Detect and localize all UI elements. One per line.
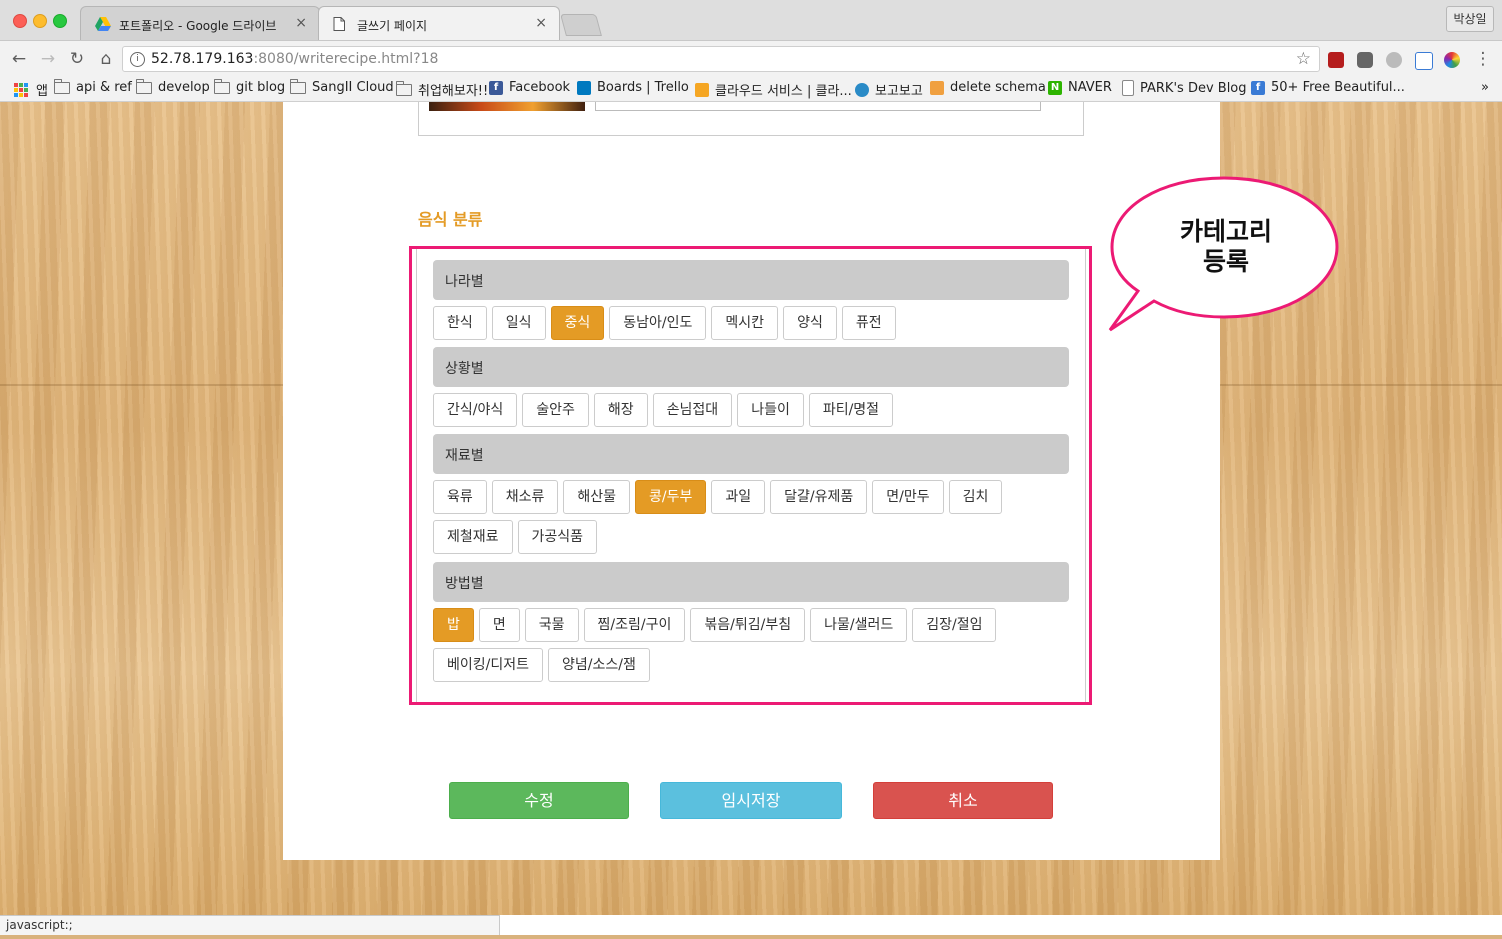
document-icon — [1122, 80, 1134, 96]
bookmark-cloud[interactable]: 클라우드 서비스 | 클라... — [695, 80, 852, 99]
url-text[interactable]: 52.78.179.163:8080/writerecipe.html?18 — [151, 51, 438, 67]
reload-icon[interactable]: ↻ — [66, 48, 88, 70]
annotation-highlight-box — [409, 246, 1092, 705]
bookmark-trello[interactable]: Boards | Trello — [577, 80, 689, 95]
bookmark-dev-blog[interactable]: PARK's Dev Blog — [1122, 80, 1247, 96]
new-tab-button[interactable] — [560, 14, 602, 36]
image-description-textarea[interactable] — [595, 102, 1041, 111]
folder-icon — [54, 78, 70, 94]
bookmark-free-beautiful[interactable]: f 50+ Free Beautiful... — [1251, 80, 1405, 95]
font-icon: f — [1251, 80, 1265, 95]
edit-button[interactable]: 수정 — [449, 782, 629, 819]
close-window-button[interactable] — [13, 14, 27, 28]
bookmark-facebook[interactable]: f Facebook — [489, 80, 570, 95]
tab-title: 포트폴리오 - Google 드라이브 — [119, 19, 277, 33]
folder-icon — [396, 80, 412, 96]
google-drive-icon — [95, 16, 111, 35]
back-icon[interactable]: ← — [8, 48, 30, 70]
forward-icon[interactable]: → — [37, 48, 59, 70]
bookmarks-bar: 앱 api & ref develop git blog SangII Clou… — [0, 77, 1502, 102]
circle-icon — [855, 82, 869, 97]
naver-icon: N — [1048, 80, 1062, 95]
document-icon — [333, 16, 345, 35]
bookmark-folder[interactable]: api & ref — [54, 78, 132, 95]
menu-icon[interactable]: ⋮ — [1472, 48, 1494, 70]
annotation-text: 카테고리 등록 — [1179, 217, 1272, 276]
box-icon — [695, 82, 709, 97]
page-viewport: 음식 분류 나라별 한식 일식 중식 동남아/인도 멕시칸 양식 퓨전 상황별 간식/야식 술… — [0, 102, 1502, 915]
bookmark-folder[interactable]: SangII Cloud — [290, 78, 394, 95]
tab-title: 글쓰기 페이지 — [357, 19, 428, 33]
bookmark-apps[interactable]: 앱 — [14, 80, 48, 99]
bookmark-folder[interactable]: git blog — [214, 78, 285, 95]
close-icon[interactable]: × — [295, 15, 307, 31]
globe-extension-icon[interactable] — [1386, 52, 1402, 68]
section-title: 음식 분류 — [418, 210, 483, 229]
browser-toolbar: ← → ↻ ⌂ i 52.78.179.163:8080/writerecipe… — [0, 41, 1502, 77]
bookmarks-overflow[interactable]: » — [1481, 80, 1489, 95]
apps-icon — [14, 82, 28, 97]
tab-google-drive[interactable]: 포트폴리오 - Google 드라이브 × — [80, 6, 320, 40]
temp-save-button[interactable]: 임시저장 — [660, 782, 842, 819]
facebook-icon: f — [489, 80, 503, 95]
bookmark-bogo[interactable]: 보고보고 — [855, 80, 923, 99]
pocket-extension-icon[interactable] — [1357, 52, 1373, 68]
close-icon[interactable]: × — [535, 15, 547, 31]
profile-button[interactable]: 박상일 — [1446, 6, 1494, 32]
bookmark-delete-schema[interactable]: delete schema — [930, 80, 1046, 95]
bookmark-folder[interactable]: develop — [136, 78, 210, 95]
status-bar: javascript:; — [0, 915, 500, 935]
home-icon[interactable]: ⌂ — [95, 48, 117, 70]
minimize-window-button[interactable] — [33, 14, 47, 28]
address-bar[interactable]: i 52.78.179.163:8080/writerecipe.html?18… — [122, 46, 1320, 72]
uploaded-image-thumbnail — [429, 102, 585, 111]
bookmark-naver[interactable]: N NAVER — [1048, 80, 1112, 95]
screenshot-extension-icon[interactable] — [1415, 52, 1433, 70]
trello-icon — [577, 80, 591, 95]
folder-icon — [214, 78, 230, 94]
bookmark-folder[interactable]: 취업해보자!! — [396, 80, 488, 99]
zoom-window-button[interactable] — [53, 14, 67, 28]
cancel-button[interactable]: 취소 — [873, 782, 1053, 819]
folder-icon — [136, 78, 152, 94]
bookmark-star-icon[interactable]: ☆ — [1296, 49, 1311, 69]
browser-tab-strip: 포트폴리오 - Google 드라이브 × 글쓰기 페이지 × 박상일 — [0, 0, 1502, 41]
folder-icon — [290, 78, 306, 94]
window-bottom-edge — [0, 935, 1502, 939]
stack-icon — [930, 80, 944, 95]
info-icon[interactable]: i — [130, 52, 145, 67]
ublock-extension-icon[interactable] — [1328, 52, 1344, 68]
image-upload-area — [418, 102, 1084, 136]
color-picker-extension-icon[interactable] — [1444, 52, 1460, 68]
tab-write-page[interactable]: 글쓰기 페이지 × — [318, 6, 560, 40]
